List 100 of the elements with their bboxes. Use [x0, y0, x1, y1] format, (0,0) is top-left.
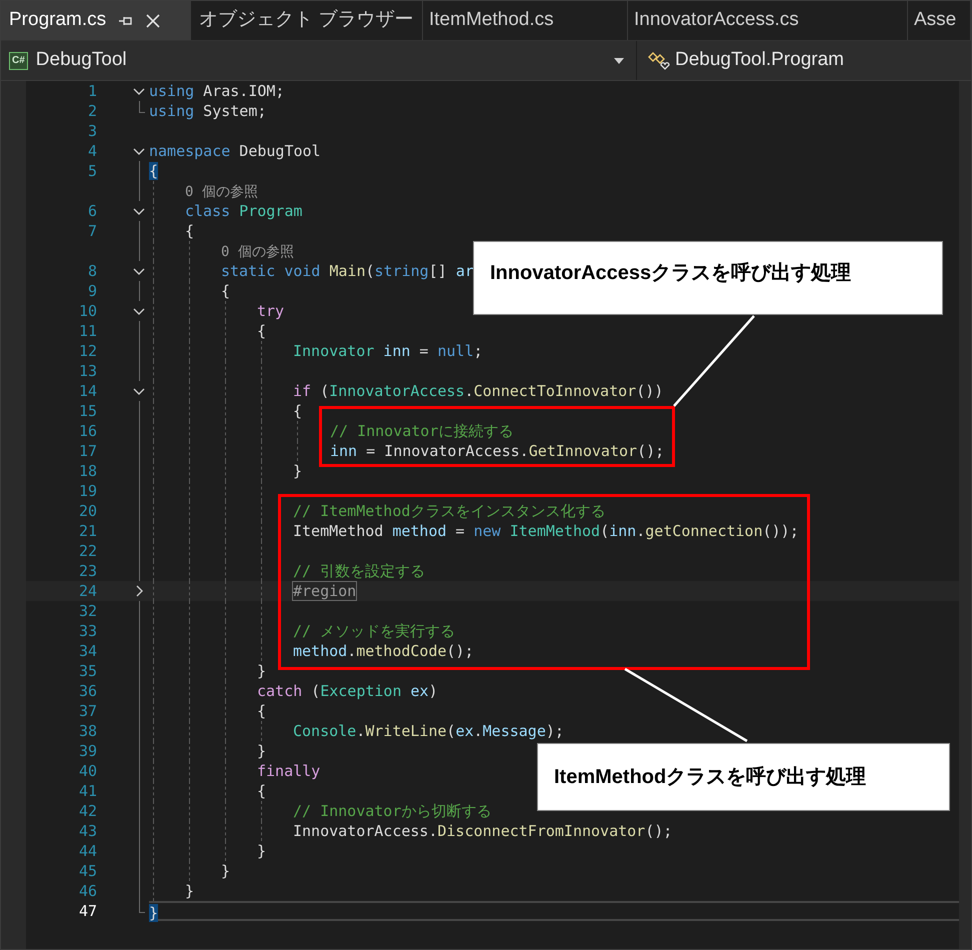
chevron-right-icon[interactable]: [136, 585, 144, 597]
line-number: 19: [78, 482, 97, 500]
code-line: {: [257, 322, 266, 340]
code-line: // ItemMethodクラスをインスタンス化する: [293, 502, 606, 520]
tab-label: Asse: [914, 8, 956, 32]
line-number: 41: [78, 782, 97, 800]
tab-label: Program.cs: [9, 8, 106, 32]
line-number: 15: [78, 402, 97, 420]
line-number: 11: [78, 322, 97, 340]
line-number: 42: [78, 802, 97, 820]
type-dropdown[interactable]: DebugTool.Program: [637, 41, 844, 80]
code-line: inn = InnovatorAccess.GetInnovator();: [330, 442, 664, 460]
code-line: {: [257, 782, 266, 800]
code-line: try: [257, 302, 284, 320]
line-number: 32: [78, 602, 97, 620]
code-line: {: [257, 702, 266, 720]
code-line: class Program: [185, 202, 302, 220]
file-type-badge: C#: [9, 52, 28, 70]
line-number: 5: [88, 162, 97, 180]
code-line: namespace DebugTool: [149, 142, 321, 160]
line-number: 36: [78, 682, 97, 700]
line-number: 18: [78, 462, 97, 480]
chevron-down-icon[interactable]: [133, 268, 145, 276]
line-number: 38: [78, 722, 97, 740]
line-number: 12: [78, 342, 97, 360]
tab-label: オブジェクト ブラウザー: [199, 8, 414, 32]
line-number: 2: [88, 102, 97, 120]
line-number: 45: [78, 862, 97, 880]
line-number: 1: [88, 82, 97, 100]
code-line: method.methodCode();: [293, 642, 474, 660]
line-number: 24: [78, 582, 97, 600]
code-line: catch (Exception ex): [257, 682, 438, 700]
code-line: }: [293, 462, 302, 480]
line-number: 7: [88, 222, 97, 240]
line-number: 17: [78, 442, 97, 460]
caret-icon: [614, 58, 624, 64]
tab-label: InnovatorAccess.cs: [634, 8, 799, 32]
line-number: 39: [78, 742, 97, 760]
code-line: finally: [257, 762, 320, 780]
pin-icon[interactable]: [118, 14, 134, 26]
type-name: DebugTool.Program: [675, 48, 844, 72]
line-number: 23: [78, 562, 97, 580]
code-line: if (InnovatorAccess.ConnectToInnovator()): [293, 382, 664, 400]
callout-label: ItemMethodクラスを呼び出す処理: [537, 743, 950, 811]
chevron-down-icon[interactable]: [133, 148, 145, 156]
line-number: 9: [88, 282, 97, 300]
line-number: 13: [78, 362, 97, 380]
code-line: {: [293, 402, 302, 420]
line-number: 22: [78, 542, 97, 560]
code-line: // Innovatorから切断する: [293, 802, 492, 820]
chevron-down-icon[interactable]: [133, 88, 145, 96]
reference-count[interactable]: 0 個の参照: [221, 244, 294, 260]
line-number: 43: [78, 822, 97, 840]
line-number: 37: [78, 702, 97, 720]
line-number: 46: [78, 882, 97, 900]
code-line: {: [185, 222, 194, 240]
line-number: 4: [88, 142, 97, 160]
code-line: // Innovatorに接続する: [330, 422, 514, 440]
line-number: 35: [78, 662, 97, 680]
project-name: DebugTool: [36, 48, 128, 72]
reference-count[interactable]: 0 個の参照: [185, 184, 258, 200]
line-number: 6: [88, 202, 97, 220]
code-line: static void Main(string[] ar: [221, 262, 474, 280]
code-line: Innovator inn = null;: [293, 342, 483, 360]
line-number: 47: [78, 902, 97, 920]
project-dropdown[interactable]: C# DebugTool: [1, 41, 637, 80]
line-number: 10: [78, 302, 97, 320]
code-line: // メソッドを実行する: [293, 622, 456, 640]
line-number: 34: [78, 642, 97, 660]
line-number: 16: [78, 422, 97, 440]
line-number: 20: [78, 502, 97, 520]
chevron-down-icon[interactable]: [133, 208, 145, 216]
code-line: }: [257, 662, 266, 680]
line-number: 44: [78, 842, 97, 860]
code-line: }: [257, 842, 266, 860]
code-line: Console.WriteLine(ex.Message);: [293, 722, 564, 740]
code-line: using System;: [149, 102, 266, 120]
close-icon[interactable]: [146, 14, 160, 28]
shapes-icon: [647, 50, 671, 70]
line-number: 14: [78, 382, 97, 400]
line-number: 21: [78, 522, 97, 540]
code-line: {: [221, 282, 230, 300]
code-line: InnovatorAccess.DisconnectFromInnovator();: [293, 822, 672, 840]
line-number: 8: [88, 262, 97, 280]
line-number: 40: [78, 762, 97, 780]
callout-label: InnovatorAccessクラスを呼び出す処理: [473, 241, 943, 315]
code-line: }: [257, 742, 266, 760]
tab[interactable]: Program.cs: [1, 1, 191, 40]
code-line: // 引数を設定する: [293, 562, 426, 580]
tab-label: ItemMethod.cs: [429, 8, 554, 32]
chevron-down-icon[interactable]: [133, 388, 145, 396]
code-line: #region: [293, 582, 356, 600]
code-line: }: [221, 862, 230, 880]
code-line: ItemMethod method = new ItemMethod(inn.getConnection());: [293, 522, 799, 540]
line-number: 3: [88, 122, 97, 140]
line-number: 33: [78, 622, 97, 640]
chevron-down-icon[interactable]: [133, 308, 145, 316]
code-line: using Aras.IOM;: [149, 82, 284, 100]
code-line: }: [185, 882, 194, 900]
scrollbar[interactable]: [959, 81, 971, 949]
